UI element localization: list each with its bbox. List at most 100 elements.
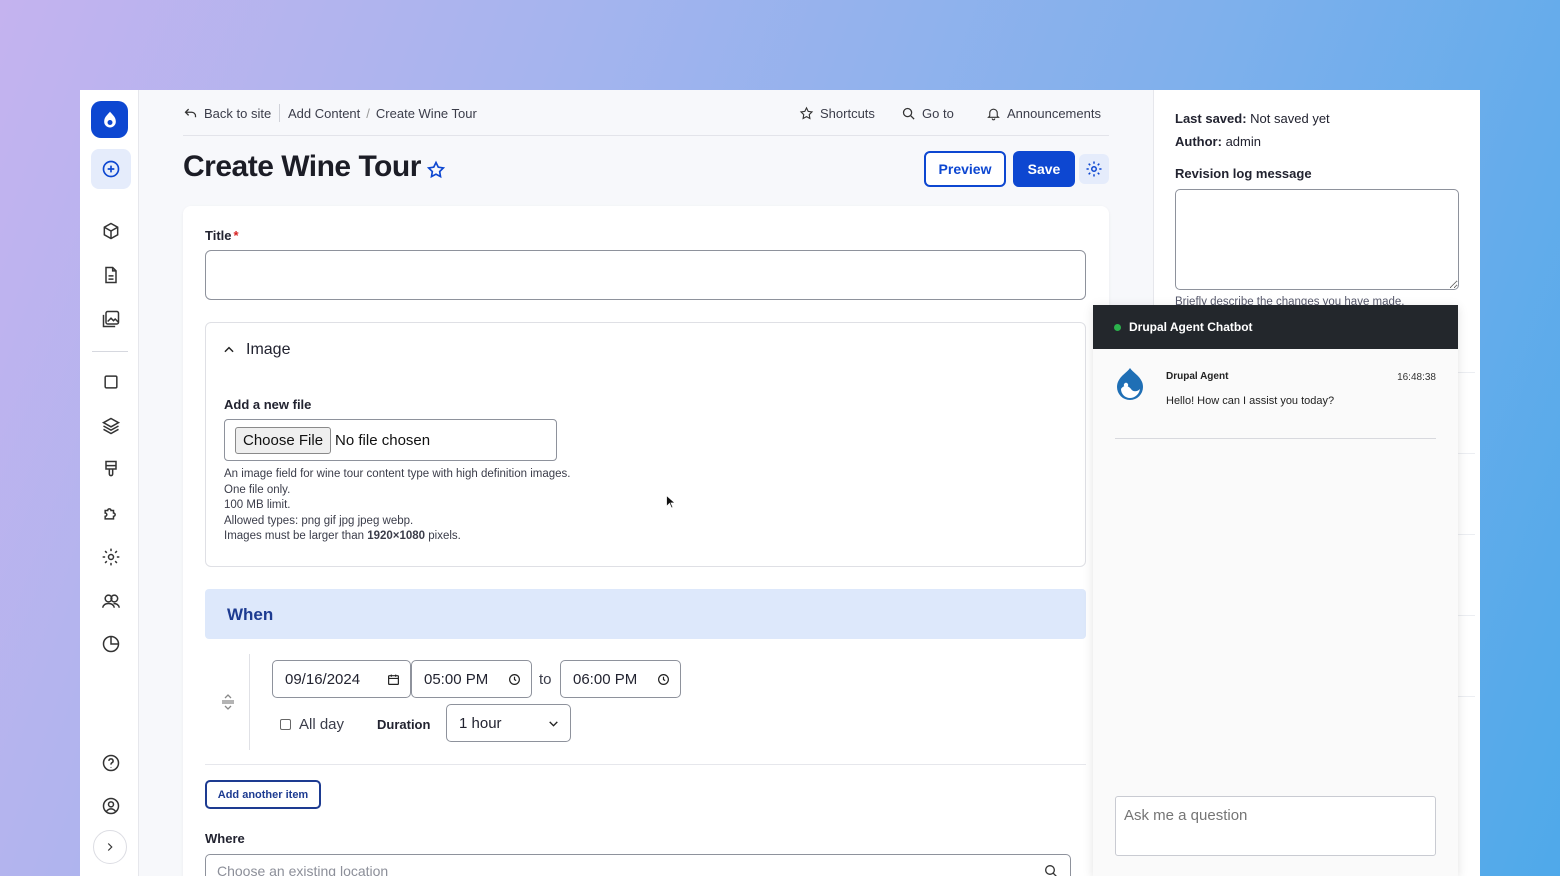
calendar-icon[interactable]: [387, 673, 400, 686]
section-divider: [205, 764, 1086, 765]
chatbot-header[interactable]: Drupal Agent Chatbot: [1093, 305, 1458, 349]
where-input[interactable]: Choose an existing location: [205, 854, 1071, 876]
puzzle-icon[interactable]: [91, 493, 131, 533]
duration-label: Duration: [377, 717, 431, 732]
page-title: Create Wine Tour: [183, 150, 421, 183]
content-form: Title * Image Add a new file Choose File …: [183, 206, 1109, 876]
drag-handle-icon[interactable]: [221, 694, 235, 710]
start-time-value: 05:00 PM: [424, 670, 489, 688]
help-size-suffix: pixels.: [425, 530, 461, 542]
users-icon[interactable]: [91, 581, 131, 621]
save-button[interactable]: Save: [1013, 151, 1075, 187]
chevron-down-icon: [549, 720, 558, 727]
image-fieldset: Image Add a new file Choose File No file…: [205, 322, 1086, 567]
top-toolbar: Back to site Add Content / Create Wine T…: [183, 90, 1109, 136]
start-time-input[interactable]: 05:00 PM: [411, 660, 532, 698]
mouse-cursor-icon: [666, 495, 675, 509]
title-input[interactable]: [205, 250, 1086, 300]
image-gallery-icon[interactable]: [91, 299, 131, 339]
item-divider: [249, 654, 250, 750]
author-value: admin: [1225, 134, 1261, 149]
layers-icon[interactable]: [91, 406, 131, 446]
required-mark: *: [233, 228, 239, 243]
pie-chart-icon[interactable]: [91, 624, 131, 664]
date-input[interactable]: 09/16/2024: [272, 660, 411, 698]
breadcrumb-current: Create Wine Tour: [375, 106, 477, 121]
agent-name: Drupal Agent: [1166, 371, 1229, 382]
toolbar-divider: [279, 104, 280, 122]
agent-message: Hello! How can I assist you today?: [1166, 395, 1335, 407]
star-icon[interactable]: [426, 160, 446, 180]
main-content: Back to site Add Content / Create Wine T…: [139, 90, 1153, 876]
breadcrumb: Add Content / Create Wine Tour: [288, 106, 477, 121]
help-line: Images must be larger than 1920×1080 pix…: [224, 529, 570, 545]
help-line: Allowed types: png gif jpg jpeg webp.: [224, 514, 414, 527]
help-line: 100 MB limit.: [224, 499, 291, 511]
go-to-button[interactable]: Go to: [901, 106, 954, 121]
file-input[interactable]: Choose File No file chosen: [224, 419, 557, 461]
sidebar-divider: [92, 351, 128, 352]
shortcuts-button[interactable]: Shortcuts: [799, 106, 875, 121]
star-icon: [799, 106, 814, 120]
brush-icon[interactable]: [91, 449, 131, 489]
shortcuts-label: Shortcuts: [820, 106, 875, 121]
duration-value: 1 hour: [459, 714, 502, 732]
bell-icon: [987, 108, 1000, 121]
end-time-input[interactable]: 06:00 PM: [560, 660, 681, 698]
all-day-label: All day: [299, 716, 345, 733]
image-toggle[interactable]: Image: [222, 341, 290, 359]
revision-log-input[interactable]: [1175, 189, 1459, 290]
chatbot-title: Drupal Agent Chatbot: [1129, 320, 1253, 334]
when-section-header: When: [205, 589, 1086, 639]
date-value: 09/16/2024: [285, 670, 361, 688]
gear-icon[interactable]: [91, 537, 131, 577]
duration-select[interactable]: 1 hour: [446, 704, 571, 742]
last-saved: Last saved: Not saved yet: [1175, 111, 1330, 126]
help-size-value: 1920×1080: [367, 530, 426, 542]
title-label: Title *: [205, 228, 239, 243]
app-window: Back to site Add Content / Create Wine T…: [80, 90, 1480, 876]
last-saved-value: Not saved yet: [1250, 111, 1330, 126]
clock-icon[interactable]: [657, 673, 670, 686]
author-label: Author:: [1175, 134, 1222, 149]
image-heading: Image: [246, 341, 291, 358]
help-line: One file only.: [224, 483, 291, 496]
title-label-text: Title: [205, 228, 232, 243]
file-icon[interactable]: [91, 255, 131, 295]
go-to-label: Go to: [922, 106, 954, 121]
chat-input[interactable]: [1115, 796, 1436, 856]
preview-button[interactable]: Preview: [924, 151, 1006, 187]
to-label: to: [539, 671, 552, 688]
choose-file-button[interactable]: Choose File: [235, 426, 332, 454]
revision-label: Revision log message: [1175, 166, 1312, 181]
help-size-prefix: Images must be larger than: [224, 530, 368, 542]
settings-button[interactable]: [1079, 154, 1109, 184]
add-file-label: Add a new file: [224, 397, 312, 412]
online-status-dot: [1114, 323, 1121, 331]
cube-icon[interactable]: [91, 211, 131, 251]
back-to-site-link[interactable]: Back to site: [183, 106, 271, 121]
help-icon[interactable]: [91, 743, 131, 783]
square-icon[interactable]: [91, 362, 131, 402]
add-another-item-button[interactable]: Add another item: [205, 780, 321, 809]
plus-circle-icon[interactable]: [91, 149, 131, 189]
user-circle-icon[interactable]: [91, 786, 131, 826]
chevron-right-icon[interactable]: [93, 830, 127, 864]
breadcrumb-add-content[interactable]: Add Content: [288, 106, 360, 121]
image-help-text: An image field for wine tour content typ…: [224, 467, 570, 545]
announcements-button[interactable]: Announcements: [986, 106, 1101, 121]
all-day-option[interactable]: All day: [280, 716, 344, 733]
all-day-checkbox[interactable]: [280, 719, 291, 730]
back-arrow-icon: [184, 108, 197, 118]
author: Author: admin: [1175, 134, 1261, 149]
sidebar: [80, 90, 139, 876]
file-status: No file chosen: [335, 431, 431, 449]
where-label: Where: [205, 831, 245, 846]
back-to-site-label: Back to site: [204, 106, 272, 121]
clock-icon[interactable]: [508, 673, 521, 686]
drupal-logo-icon[interactable]: [91, 101, 128, 138]
search-icon: [1045, 865, 1057, 876]
chevron-up-icon: [224, 346, 234, 353]
last-saved-label: Last saved:: [1175, 111, 1247, 126]
chatbot-panel: Drupal Agent Chatbot Drupal Agent 16:48:…: [1093, 305, 1458, 876]
